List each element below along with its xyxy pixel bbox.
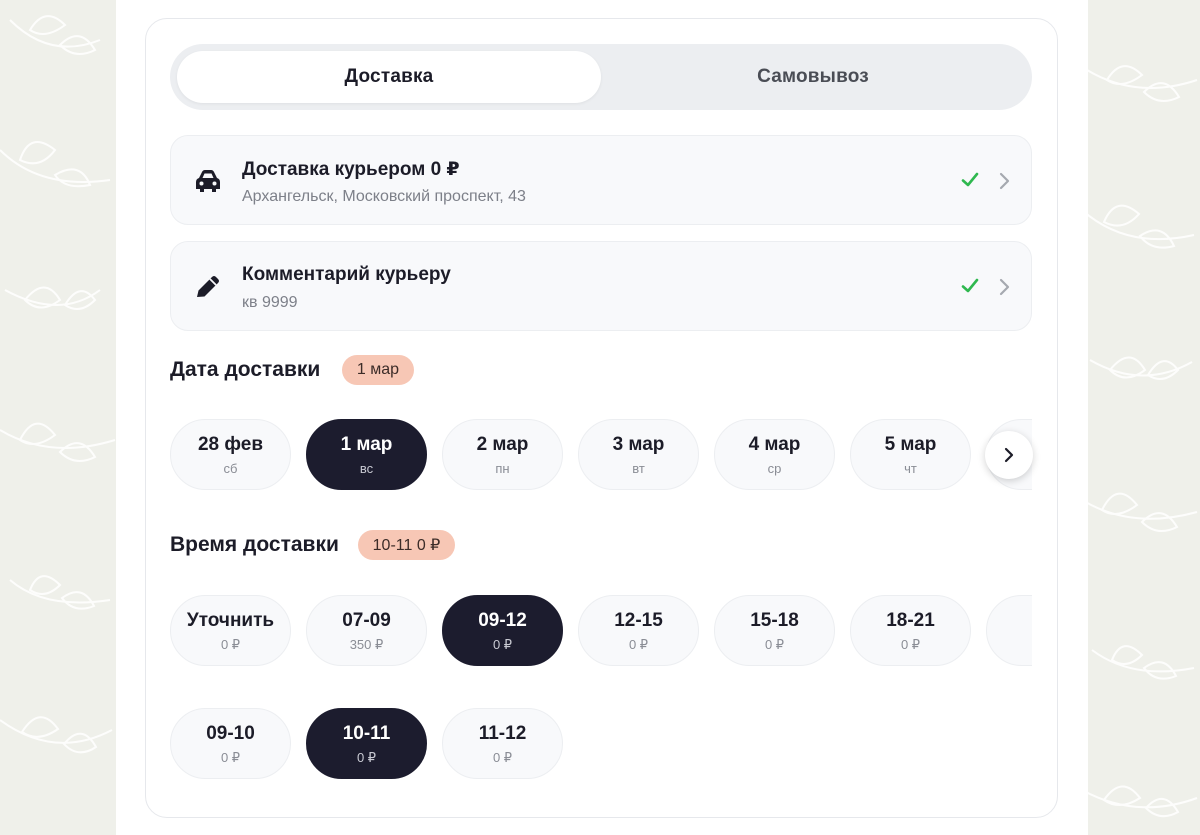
- date-chip-weekday: вс: [359, 461, 374, 476]
- date-chip-label: 2 мар: [476, 434, 529, 455]
- time-slot-chip-partial[interactable]: [986, 595, 1032, 666]
- time-slot-price: 0 ₽: [220, 637, 241, 652]
- time-slot-list-hourly: 09-10 0 ₽ 10-11 0 ₽ 11-12 0 ₽: [170, 708, 1032, 780]
- courier-delivery-title: Доставка курьером 0 ₽: [242, 159, 460, 180]
- date-chip[interactable]: 5 мар чт: [850, 419, 971, 490]
- date-chip[interactable]: 4 мар ср: [714, 419, 835, 490]
- date-chip-weekday: пн: [495, 461, 510, 476]
- time-slot-price: 0 ₽: [764, 637, 785, 652]
- time-slot-chip[interactable]: 15-18 0 ₽: [714, 595, 835, 666]
- time-slot-chip[interactable]: 18-21 0 ₽: [850, 595, 971, 666]
- date-chip[interactable]: 2 мар пн: [442, 419, 563, 490]
- date-chip-weekday: сб: [223, 461, 238, 476]
- time-slot-chip[interactable]: Уточнить 0 ₽: [170, 595, 291, 666]
- next-dates-button[interactable]: [985, 431, 1033, 479]
- selected-date-badge: 1 мар: [342, 355, 414, 385]
- time-slot-label: 12-15: [614, 610, 663, 631]
- leaf-pattern-icon: [0, 15, 116, 754]
- chevron-right-icon: [999, 278, 1010, 296]
- courier-comment-title: Комментарий курьеру: [242, 264, 451, 285]
- courier-delivery-option[interactable]: Доставка курьером 0 ₽ Архангельск, Моско…: [170, 135, 1032, 225]
- check-icon: [961, 278, 979, 293]
- courier-comment-value: кв 9999: [242, 294, 298, 311]
- date-chip-weekday: чт: [904, 461, 917, 476]
- date-chip-weekday: ср: [767, 461, 782, 476]
- time-slot-price: 0 ₽: [220, 750, 241, 765]
- delivery-address: Архангельск, Московский проспект, 43: [242, 188, 526, 205]
- time-slot-price: 0 ₽: [900, 637, 921, 652]
- courier-comment-option[interactable]: Комментарий курьеру кв 9999: [170, 241, 1032, 331]
- delivery-date-title: Дата доставки: [170, 358, 321, 381]
- time-slot-label: 07-09: [342, 610, 391, 631]
- date-chip-label: 5 мар: [884, 434, 937, 455]
- delivery-method-tabs: Доставка Самовывоз: [170, 44, 1032, 110]
- tab-pickup[interactable]: Самовывоз: [601, 51, 1025, 103]
- time-slot-price: 0 ₽: [356, 750, 377, 765]
- selected-time-badge: 10-11 0 ₽: [358, 530, 455, 560]
- time-slot-label: 10-11: [342, 723, 391, 744]
- pencil-icon: [197, 276, 219, 297]
- time-slot-price: 0 ₽: [628, 637, 649, 652]
- time-slot-label: 15-18: [750, 610, 799, 631]
- time-slot-chip[interactable]: 12-15 0 ₽: [578, 595, 699, 666]
- time-slot-chip[interactable]: 07-09 350 ₽: [306, 595, 427, 666]
- tab-delivery[interactable]: Доставка: [177, 51, 601, 103]
- check-icon: [961, 172, 979, 187]
- time-slot-list: Уточнить 0 ₽ 07-09 350 ₽ 09-12 0 ₽ 12-15…: [170, 595, 1032, 667]
- time-slot-label: 09-12: [478, 610, 527, 631]
- time-slot-price: 0 ₽: [492, 750, 513, 765]
- date-chip-selected[interactable]: 1 мар вс: [306, 419, 427, 490]
- delivery-time-title: Время доставки: [170, 533, 339, 556]
- date-chip-label: 3 мар: [612, 434, 665, 455]
- car-icon: [196, 170, 220, 192]
- time-slot-label: 18-21: [886, 610, 935, 631]
- date-chip-label: 1 мар: [340, 434, 393, 455]
- time-slot-chip[interactable]: 09-10 0 ₽: [170, 708, 291, 779]
- time-slot-label: Уточнить: [186, 610, 275, 631]
- time-slot-chip-selected[interactable]: 09-12 0 ₽: [442, 595, 563, 666]
- time-slot-chip-selected[interactable]: 10-11 0 ₽: [306, 708, 427, 779]
- date-chip[interactable]: 28 фев сб: [170, 419, 291, 490]
- date-chip[interactable]: 3 мар вт: [578, 419, 699, 490]
- leaf-pattern-icon: [1082, 65, 1198, 818]
- date-chip-label: 28 фев: [197, 434, 264, 455]
- time-slot-chip[interactable]: 11-12 0 ₽: [442, 708, 563, 779]
- chevron-right-icon: [1004, 447, 1014, 463]
- chevron-right-icon: [999, 172, 1010, 190]
- time-slot-price: 350 ₽: [349, 637, 384, 652]
- time-slot-label: 11-12: [478, 723, 527, 744]
- date-chip-weekday: вт: [632, 461, 645, 476]
- time-slot-label: 09-10: [206, 723, 255, 744]
- date-chip-label: 4 мар: [748, 434, 801, 455]
- leaf-pattern-right: [1082, 0, 1200, 835]
- time-slot-price: 0 ₽: [492, 637, 513, 652]
- leaf-pattern-left: [0, 0, 118, 835]
- date-chip-list: 28 фев сб 1 мар вс 2 мар пн 3 мар вт 4 м…: [170, 419, 1032, 491]
